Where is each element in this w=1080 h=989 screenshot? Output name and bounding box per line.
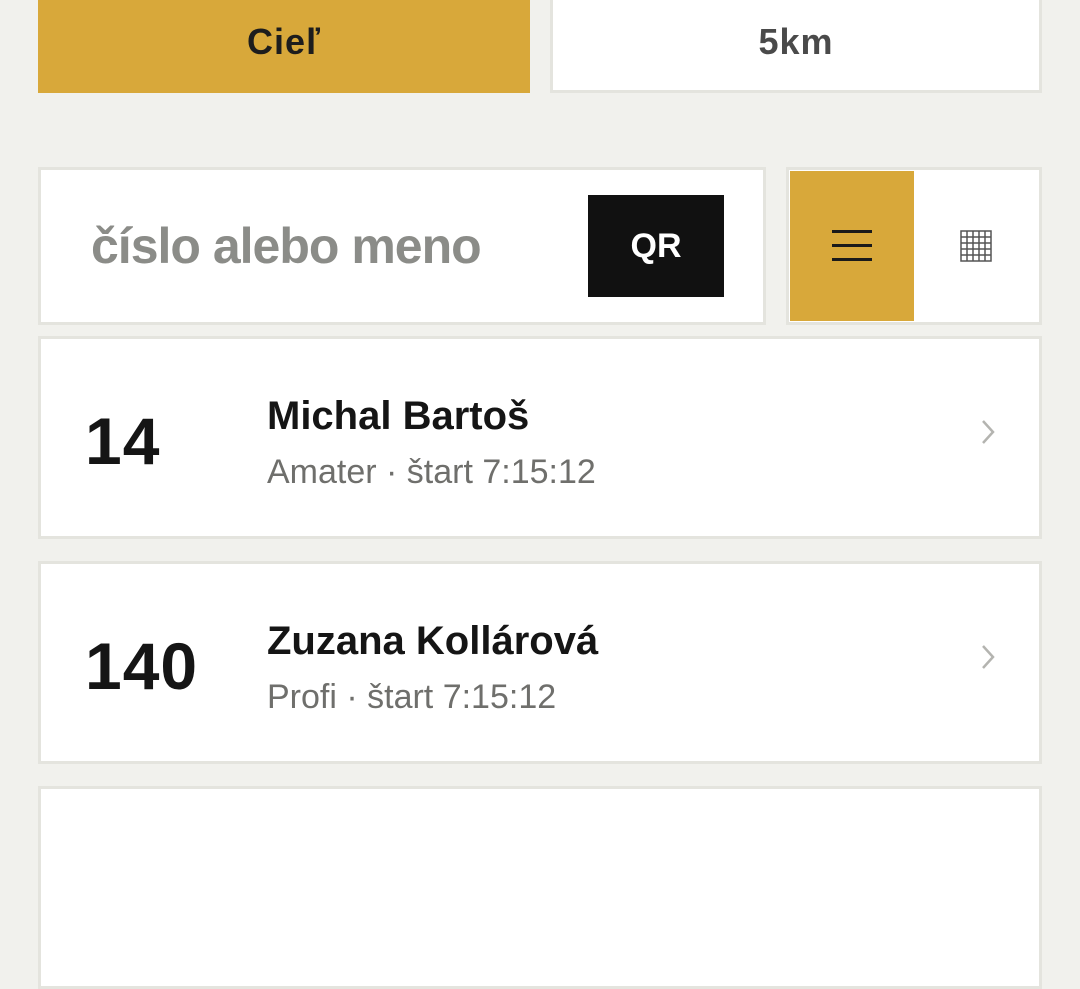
chevron-right-icon bbox=[982, 645, 995, 669]
runner-bib: 14 bbox=[85, 404, 161, 478]
tab-distance-label: 5km bbox=[758, 20, 834, 62]
search-input[interactable] bbox=[91, 210, 571, 282]
tab-finish[interactable]: Cieľ bbox=[38, 0, 530, 93]
runner-bib: 140 bbox=[85, 629, 199, 703]
list-view-button[interactable] bbox=[790, 171, 914, 321]
runner-row[interactable]: 140 Zuzana Kollárová Profi · štart 7:15:… bbox=[38, 561, 1042, 764]
chevron-right-icon bbox=[982, 420, 995, 444]
runner-name: Zuzana Kollárová bbox=[267, 619, 599, 663]
runner-category-start: Profi · štart 7:15:12 bbox=[267, 678, 557, 716]
runner-category-start: Amater · štart 7:15:12 bbox=[267, 453, 596, 491]
hamburger-list-icon bbox=[832, 230, 872, 261]
view-toggle bbox=[786, 167, 1042, 325]
runner-row[interactable]: 14 Michal Bartoš Amater · štart 7:15:12 bbox=[38, 336, 1042, 539]
grid-view-button[interactable] bbox=[914, 171, 1038, 321]
runner-row[interactable] bbox=[38, 786, 1042, 989]
search-bar: QR bbox=[38, 167, 766, 325]
tab-finish-label: Cieľ bbox=[247, 20, 321, 62]
runner-name: Michal Bartoš bbox=[267, 394, 530, 438]
tab-distance[interactable]: 5km bbox=[550, 0, 1042, 93]
grid-icon bbox=[960, 230, 992, 262]
qr-scan-button[interactable]: QR bbox=[588, 195, 724, 297]
